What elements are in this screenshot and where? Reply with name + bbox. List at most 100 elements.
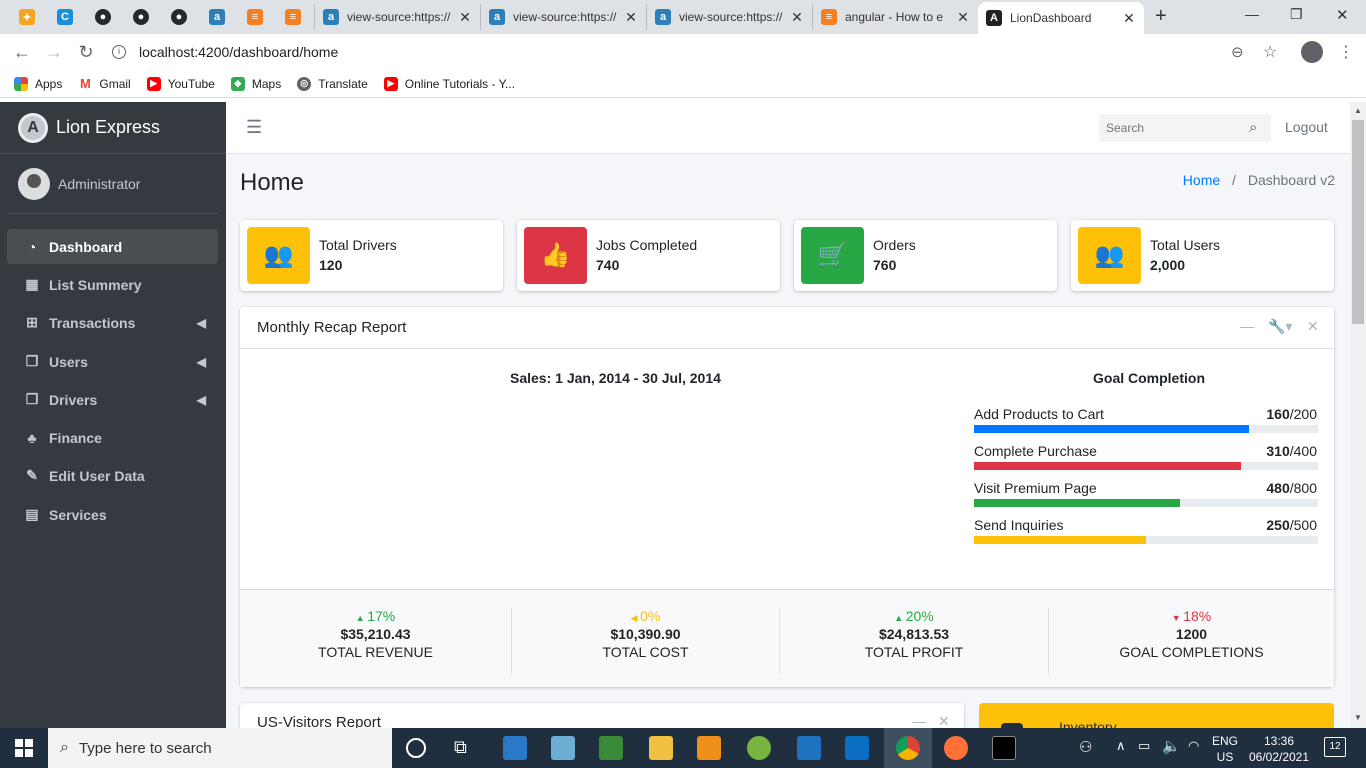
- sidebar-item-list-summery[interactable]: ▦ List Summery: [7, 267, 218, 302]
- apps-grid-icon: [14, 76, 28, 91]
- collapse-icon[interactable]: —: [1240, 318, 1254, 334]
- browser-tab-bar: ✦ C ● ● ● a ≡ ≡ a view-source:https:// ✕…: [0, 0, 1366, 34]
- browser-tab[interactable]: a view-source:https:// ✕: [646, 4, 812, 30]
- info-icon[interactable]: i: [112, 45, 126, 59]
- calendar-icon: ▤: [25, 506, 39, 522]
- pinned-tab[interactable]: ●: [88, 4, 118, 30]
- sidebar-item-drivers[interactable]: ❐ Drivers ◀: [7, 382, 218, 417]
- brand-link[interactable]: A Lion Express: [0, 102, 226, 154]
- new-tab-icon[interactable]: +: [1155, 5, 1167, 28]
- close-icon[interactable]: ✕: [790, 9, 804, 26]
- people-icon[interactable]: ⚇: [1079, 738, 1092, 756]
- sidebar-item-users[interactable]: ❐ Users ◀: [7, 344, 218, 379]
- volume-icon[interactable]: 🔈: [1162, 737, 1181, 755]
- url-text[interactable]: localhost:4200/dashboard/home: [139, 44, 338, 60]
- pinned-tab[interactable]: C: [50, 4, 80, 30]
- zoom-icon[interactable]: ⊖: [1231, 43, 1244, 61]
- minimize-icon[interactable]: —: [1245, 6, 1259, 22]
- browser-tab[interactable]: ≡ angular - How to e ✕: [812, 4, 978, 30]
- hamburger-menu-icon[interactable]: ☰: [246, 117, 262, 138]
- scrollbar-thumb[interactable]: [1352, 120, 1364, 324]
- scroll-down-icon[interactable]: ▼: [1354, 713, 1362, 722]
- star-icon[interactable]: ☆: [1263, 42, 1277, 62]
- sidebar-item-edit-user-data[interactable]: ✎ Edit User Data: [7, 458, 218, 493]
- browser-tab-active[interactable]: A LionDashboard ✕: [978, 2, 1144, 34]
- forward-icon[interactable]: →: [44, 42, 64, 62]
- collapse-icon[interactable]: —: [912, 713, 926, 729]
- change-arrow-icon: ▼: [1171, 613, 1184, 623]
- tray-chevron-icon[interactable]: ∧: [1116, 738, 1126, 754]
- pinned-tab[interactable]: ●: [164, 4, 194, 30]
- menu-kebab-icon[interactable]: ⋮: [1338, 42, 1354, 62]
- breadcrumb-home-link[interactable]: Home: [1183, 172, 1220, 188]
- logout-link[interactable]: Logout: [1285, 119, 1328, 135]
- goal-label: Send Inquiries: [974, 517, 1064, 533]
- maximize-icon[interactable]: ❐: [1290, 6, 1303, 23]
- clock[interactable]: 13:36 06/02/2021: [1248, 733, 1310, 765]
- close-icon[interactable]: ✕: [624, 9, 638, 26]
- taskbar-search-text: Type here to search: [78, 739, 212, 757]
- reload-icon[interactable]: ↻: [76, 42, 96, 62]
- window-close-icon[interactable]: ✕: [1336, 6, 1349, 24]
- github-icon: ●: [133, 9, 149, 25]
- task-view-icon[interactable]: ⧉: [454, 737, 467, 758]
- stat-total-cost: ◀ 0% $10,390.90 TOTAL COST: [512, 608, 780, 674]
- search-icon[interactable]: ⌕: [1249, 119, 1257, 136]
- vscode-icon[interactable]: [845, 736, 869, 760]
- bookmark-online-tutorials[interactable]: ▶ Online Tutorials - Y...: [383, 76, 515, 91]
- wifi-icon[interactable]: ◠: [1188, 738, 1199, 754]
- info-box-jobs-completed: 👍 Jobs Completed 740: [517, 220, 780, 291]
- bookmark-maps[interactable]: ◆ Maps: [230, 76, 281, 91]
- search-input[interactable]: [1099, 114, 1239, 142]
- bookmark-translate[interactable]: ◎ Translate: [297, 76, 368, 91]
- browser-tab[interactable]: a view-source:https:// ✕: [480, 4, 646, 30]
- pinned-tab[interactable]: a: [202, 4, 232, 30]
- scroll-up-icon[interactable]: ▲: [1354, 106, 1362, 115]
- firefox-icon[interactable]: [944, 736, 968, 760]
- back-icon[interactable]: ←: [12, 42, 32, 62]
- taskbar-search-box[interactable]: ⌕ Type here to search: [48, 728, 392, 768]
- brand-text: Lion Express: [56, 117, 161, 137]
- close-icon[interactable]: ✕: [1122, 10, 1136, 27]
- info-box-total-users: 👥 Total Users 2,000: [1071, 220, 1334, 291]
- omnibox[interactable]: i localhost:4200/dashboard/home: [112, 38, 1292, 66]
- file-explorer-icon[interactable]: [649, 736, 673, 760]
- app-icon[interactable]: [599, 736, 623, 760]
- app-icon[interactable]: [551, 736, 575, 760]
- wrench-icon[interactable]: 🔧▾: [1268, 318, 1292, 335]
- pinned-tab[interactable]: ≡: [278, 4, 308, 30]
- tachometer-icon: ◔: [27, 238, 37, 255]
- profile-icon[interactable]: [1301, 41, 1323, 63]
- pinned-tab[interactable]: ✦: [12, 4, 42, 30]
- browser-tab[interactable]: a view-source:https:// ✕: [314, 4, 480, 30]
- bookmark-apps[interactable]: Apps: [14, 76, 62, 91]
- chrome-taskbar-active[interactable]: [884, 728, 932, 768]
- app-icon[interactable]: [797, 736, 821, 760]
- android-studio-icon[interactable]: [747, 736, 771, 760]
- sidebar-item-services[interactable]: ▤ Services: [7, 497, 218, 532]
- user-panel[interactable]: Administrator: [8, 154, 218, 214]
- bookmark-gmail[interactable]: M Gmail: [78, 76, 131, 91]
- notification-center-icon[interactable]: 12: [1324, 737, 1346, 757]
- sidebar-item-transactions[interactable]: ⊞ Transactions ◀: [7, 305, 218, 340]
- app-icon[interactable]: [503, 736, 527, 760]
- close-icon[interactable]: ✕: [458, 9, 472, 26]
- battery-icon[interactable]: ▭: [1138, 738, 1150, 754]
- sidebar-item-finance[interactable]: ♣ Finance: [7, 420, 218, 455]
- page-scrollbar[interactable]: ▲ ▼: [1350, 102, 1366, 728]
- terminal-icon[interactable]: [992, 736, 1016, 760]
- bookmark-youtube[interactable]: ▶ YouTube: [146, 76, 215, 91]
- pinned-tab[interactable]: ●: [126, 4, 156, 30]
- language-indicator[interactable]: ENG US: [1212, 733, 1238, 765]
- close-icon[interactable]: ✕: [956, 9, 970, 26]
- a-icon: a: [209, 9, 225, 25]
- gmail-icon: M: [78, 76, 93, 91]
- sublime-icon[interactable]: [697, 736, 721, 760]
- sidebar-item-dashboard[interactable]: ◔ Dashboard: [7, 229, 218, 264]
- cortana-icon[interactable]: [406, 738, 426, 758]
- pinned-tab[interactable]: ≡: [240, 4, 270, 30]
- percent-value: 0%: [640, 608, 661, 624]
- windows-start-icon[interactable]: [15, 739, 33, 757]
- user-name[interactable]: Administrator: [58, 176, 140, 192]
- close-icon[interactable]: ✕: [1307, 318, 1319, 335]
